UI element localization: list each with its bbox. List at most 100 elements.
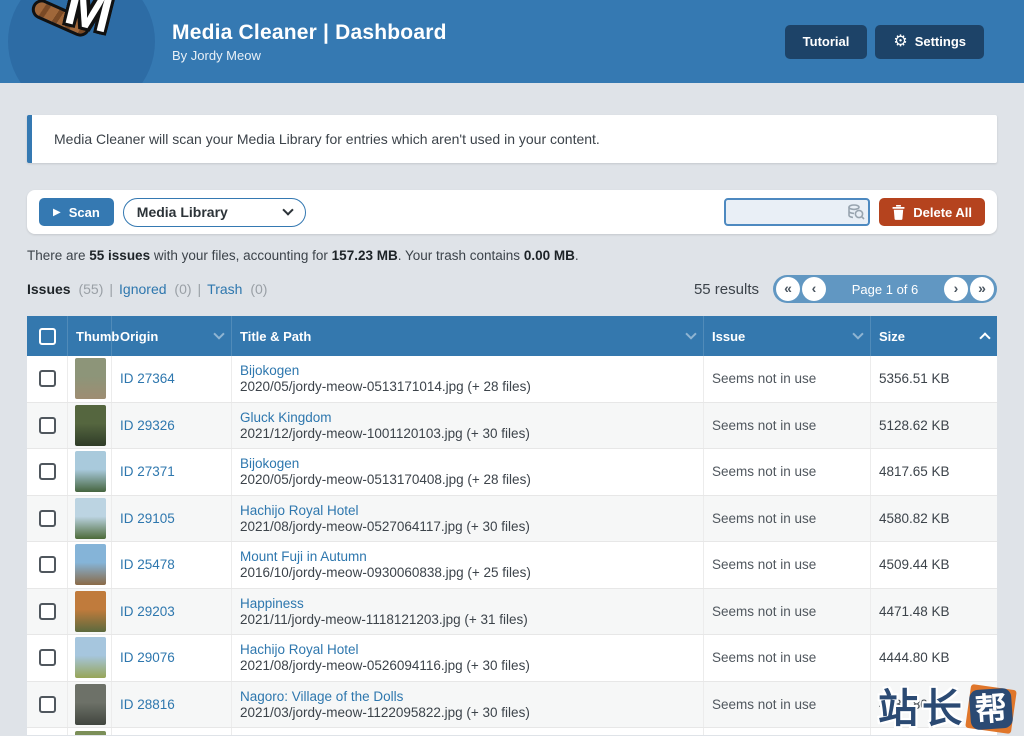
title-link[interactable]: Happiness bbox=[240, 596, 304, 611]
row-checkbox[interactable] bbox=[39, 696, 56, 713]
title-path-cell: Bijokogen 2020/05/jordy-meow-0513171014.… bbox=[232, 356, 704, 402]
table-row: ID 28816 Nagoro: Village of the Dolls 20… bbox=[27, 682, 997, 729]
source-select-value: Media Library bbox=[137, 204, 284, 220]
row-checkbox[interactable] bbox=[39, 603, 56, 620]
size-value: 4509.44 KB bbox=[879, 557, 950, 572]
logo-letter-m: M bbox=[59, 0, 120, 46]
row-select-cell bbox=[27, 589, 68, 635]
title-link[interactable]: Mount Fuji in Autumn bbox=[240, 549, 367, 564]
row-checkbox[interactable] bbox=[39, 556, 56, 573]
title-link[interactable]: Bijokogen bbox=[240, 456, 299, 471]
trash-icon bbox=[892, 205, 905, 220]
origin-cell: ID 27371 bbox=[112, 449, 232, 495]
header-cell-origin[interactable]: Origin bbox=[112, 316, 232, 356]
origin-cell: ID 28816 bbox=[112, 682, 232, 728]
thumbnail-image[interactable] bbox=[75, 358, 106, 399]
table-row: ID 27364 Bijokogen 2020/05/jordy-meow-05… bbox=[27, 356, 997, 403]
delete-all-button[interactable]: Delete All bbox=[879, 198, 985, 226]
header-cell-issue[interactable]: Issue bbox=[704, 316, 871, 356]
sort-chevron-icon bbox=[685, 328, 696, 339]
stats-segment: 55 issues bbox=[89, 248, 150, 263]
thumbnail-image[interactable] bbox=[75, 451, 106, 492]
info-banner: Media Cleaner will scan your Media Libra… bbox=[27, 115, 997, 163]
origin-link[interactable]: ID 28816 bbox=[120, 697, 175, 712]
tutorial-button[interactable]: Tutorial bbox=[785, 25, 868, 59]
thumbnail-image[interactable] bbox=[75, 684, 106, 725]
title-path-cell: Happiness 2021/11/jordy-meow-1118121203.… bbox=[232, 589, 704, 635]
search-icon bbox=[847, 203, 865, 221]
source-select[interactable]: Media Library bbox=[123, 198, 306, 227]
header-cell-title-path[interactable]: Title & Path bbox=[232, 316, 704, 356]
header-cell-size[interactable]: Size bbox=[871, 316, 997, 356]
issue-label: Seems not in use bbox=[712, 418, 816, 433]
tab-issues[interactable]: Issues (55) bbox=[27, 281, 103, 297]
file-path: 2016/10/jordy-meow-0930060838.jpg (+ 25 … bbox=[240, 565, 531, 580]
thumb-cell bbox=[68, 449, 112, 495]
thumbnail-image[interactable] bbox=[75, 637, 106, 678]
title-path-cell: Hachijo Royal Hotel 2021/08/jordy-meow-0… bbox=[232, 635, 704, 681]
origin-link[interactable]: ID 27364 bbox=[120, 371, 175, 386]
stats-segment: 157.23 MB bbox=[332, 248, 398, 263]
play-icon: ▶ bbox=[53, 207, 61, 218]
list-header: Issues (55) | Ignored (0) | Trash (0) 55… bbox=[27, 275, 997, 303]
tab-label: Ignored bbox=[119, 281, 166, 297]
tab-label: Issues bbox=[27, 281, 71, 297]
tab-trash[interactable]: Trash (0) bbox=[207, 281, 267, 297]
sort-chevron-icon bbox=[852, 328, 863, 339]
size-value: 4580.82 KB bbox=[879, 511, 950, 526]
thumbnail-image[interactable] bbox=[75, 498, 106, 539]
thumb-cell bbox=[68, 635, 112, 681]
origin-link[interactable]: ID 29326 bbox=[120, 418, 175, 433]
tab-count: (0) bbox=[246, 281, 267, 297]
title-path-cell bbox=[232, 728, 704, 735]
row-checkbox[interactable] bbox=[39, 649, 56, 666]
thumb-cell bbox=[68, 356, 112, 402]
header-cell-thumb[interactable]: Thumb bbox=[68, 316, 112, 356]
title-path-cell: Bijokogen 2020/05/jordy-meow-0513170408.… bbox=[232, 449, 704, 495]
row-checkbox[interactable] bbox=[39, 417, 56, 434]
thumbnail-image[interactable] bbox=[75, 405, 106, 446]
issue-cell: Seems not in use bbox=[704, 356, 871, 402]
row-checkbox[interactable] bbox=[39, 370, 56, 387]
origin-link[interactable]: ID 25478 bbox=[120, 557, 175, 572]
title-link[interactable]: Hachijo Royal Hotel bbox=[240, 503, 359, 518]
row-checkbox[interactable] bbox=[39, 463, 56, 480]
title-link[interactable]: Gluck Kingdom bbox=[240, 410, 332, 425]
next-page-button[interactable]: › bbox=[944, 277, 968, 301]
size-value: 5128.62 KB bbox=[879, 418, 950, 433]
title-link[interactable]: Hachijo Royal Hotel bbox=[240, 642, 359, 657]
app-header: M Media Cleaner | Dashboard By Jordy Meo… bbox=[0, 0, 1024, 83]
settings-button[interactable]: ⚙ Settings bbox=[875, 25, 984, 59]
results-count: 55 results bbox=[694, 281, 759, 298]
title-link[interactable]: Nagoro: Village of the Dolls bbox=[240, 689, 403, 704]
file-path: 2021/08/jordy-meow-0527064117.jpg (+ 30 … bbox=[240, 519, 530, 534]
scan-button[interactable]: ▶ Scan bbox=[39, 198, 114, 226]
issue-cell: Seems not in use bbox=[704, 682, 871, 728]
tab-ignored[interactable]: Ignored (0) bbox=[119, 281, 191, 297]
thumbnail-image[interactable] bbox=[75, 591, 106, 632]
prev-page-button[interactable]: ‹ bbox=[802, 277, 826, 301]
row-select-cell bbox=[27, 728, 68, 735]
origin-cell: ID 25478 bbox=[112, 542, 232, 588]
origin-link[interactable]: ID 29203 bbox=[120, 604, 175, 619]
origin-cell: ID 29326 bbox=[112, 403, 232, 449]
origin-link[interactable]: ID 27371 bbox=[120, 464, 175, 479]
file-path: 2021/11/jordy-meow-1118121203.jpg (+ 31 … bbox=[240, 612, 528, 627]
first-page-button[interactable]: « bbox=[776, 277, 800, 301]
last-page-button[interactable]: » bbox=[970, 277, 994, 301]
thumbnail-image[interactable] bbox=[75, 544, 106, 585]
plugin-logo: M bbox=[8, 0, 155, 83]
title-path-cell: Nagoro: Village of the Dolls 2021/03/jor… bbox=[232, 682, 704, 728]
stats-segment: with your files, accounting for bbox=[150, 248, 332, 263]
origin-link[interactable]: ID 29105 bbox=[120, 511, 175, 526]
issue-label: Seems not in use bbox=[712, 371, 816, 386]
origin-link[interactable]: ID 29076 bbox=[120, 650, 175, 665]
thumbnail-image[interactable] bbox=[75, 731, 106, 735]
row-checkbox[interactable] bbox=[39, 510, 56, 527]
column-label: Title & Path bbox=[240, 329, 687, 344]
select-all-checkbox[interactable] bbox=[39, 328, 56, 345]
stats-segment: . Your trash contains bbox=[398, 248, 524, 263]
size-value: 4432.80 KB bbox=[879, 697, 950, 712]
title-link[interactable]: Bijokogen bbox=[240, 363, 299, 378]
size-value: 4444.80 KB bbox=[879, 650, 950, 665]
